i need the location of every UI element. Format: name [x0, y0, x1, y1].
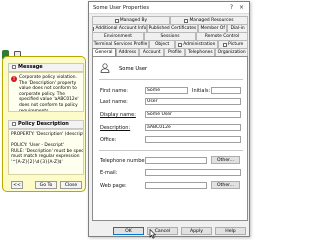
tab-environment[interactable]: Environment: [92, 32, 144, 40]
web-page-label: Web page:: [100, 183, 127, 189]
tab-label: Sessions: [160, 34, 180, 39]
tab-label: Environment: [103, 34, 133, 39]
tab-label: Dial-in: [230, 26, 245, 31]
tab-label: Managed By: [119, 18, 148, 23]
tab-label: Administration: [183, 42, 216, 47]
office-field[interactable]: [145, 136, 241, 143]
divider: [99, 79, 243, 80]
go-to-button[interactable]: Go To: [35, 181, 57, 189]
tab-label: Account: [142, 50, 161, 55]
tab-telephones[interactable]: Telephones: [185, 48, 216, 56]
user-display-name: Some User: [119, 66, 148, 72]
tab-label: Picture: [228, 42, 244, 47]
display-name-field[interactable]: Some User: [145, 111, 241, 118]
tab-member-of[interactable]: Member Of: [198, 24, 228, 32]
tab-label: Published Certificates: [148, 26, 197, 31]
apply-button[interactable]: Apply: [181, 227, 212, 235]
last-name-field[interactable]: User: [145, 98, 241, 105]
picture-icon: [223, 42, 228, 47]
divider: [99, 150, 243, 151]
tab-sessions[interactable]: Sessions: [144, 32, 196, 40]
email-label: E-mail:: [100, 170, 118, 176]
tab-label: Remote Control: [204, 34, 240, 39]
tab-row-2: Additional Account Info Published Certif…: [92, 24, 248, 32]
tab-organization[interactable]: Organization: [215, 48, 248, 56]
description-field[interactable]: aABC012e: [145, 124, 241, 131]
initials-label: Initials:: [192, 88, 211, 94]
message-section-header: Message: [8, 63, 84, 72]
tab-label: Object: [154, 42, 170, 47]
tab-row-5: General Address Account Profile Telephon…: [92, 48, 248, 56]
tab-terminal-services-profile[interactable]: Terminal Services Profile: [92, 40, 150, 48]
tab-object[interactable]: Object: [149, 40, 176, 48]
display-name-label: Display name:: [100, 112, 136, 118]
description-label: Description:: [100, 125, 131, 131]
help-icon[interactable]: ?: [230, 4, 233, 11]
tab-remote-control[interactable]: Remote Control: [196, 32, 248, 40]
tab-account[interactable]: Account: [139, 48, 165, 56]
managed-by-icon: [114, 18, 119, 23]
message-section-body: ! Corporate policy violation. The 'Descr…: [8, 72, 84, 112]
tab-row-4: Terminal Services Profile Object Adminis…: [92, 40, 248, 48]
dialog-title-bar: Some User Properties ? ×: [89, 2, 249, 14]
ok-button[interactable]: OK: [113, 227, 144, 235]
tab-label: Organization: [217, 50, 246, 55]
properties-dialog: Some User Properties ? × Managed By Mana…: [88, 1, 250, 237]
validation-panel: Message ! Corporate policy violation. Th…: [2, 56, 86, 192]
expand-icon[interactable]: [12, 64, 16, 69]
tab-profile[interactable]: Profile: [164, 48, 186, 56]
dialog-title: Some User Properties: [93, 5, 150, 11]
office-label: Office:: [100, 137, 117, 143]
web-page-other-button[interactable]: Other...: [211, 181, 240, 189]
tab-label: Telephones: [188, 50, 213, 55]
tab-label: Additional Account Info: [95, 26, 147, 31]
policy-section-body: PROPERTY: 'Description' (description) PO…: [8, 129, 84, 175]
administration-icon: [178, 42, 183, 47]
telephone-field[interactable]: [145, 157, 207, 164]
web-page-field[interactable]: [145, 182, 207, 189]
tab-row-1: Managed By Managed Resources: [92, 16, 248, 24]
tab-label: Managed Resources: [189, 18, 234, 23]
tab-general[interactable]: General: [92, 48, 116, 56]
general-tab-panel: Some User First name: Some Initials: Las…: [92, 56, 248, 221]
email-field[interactable]: [145, 169, 241, 176]
first-name-field[interactable]: Some: [145, 87, 188, 94]
tab-label: Profile: [167, 50, 182, 55]
managed-resources-icon: [184, 18, 189, 23]
mouse-pointer-icon: [149, 229, 157, 239]
telephone-label: Telephone number:: [100, 158, 149, 164]
error-icon: !: [11, 75, 17, 82]
account-info-icon: [92, 26, 95, 31]
policy-section-header: Policy Description: [8, 120, 84, 129]
tab-label: Terminal Services Profile: [93, 42, 148, 47]
previous-button[interactable]: <<: [11, 181, 23, 189]
panel-close-button[interactable]: Close: [60, 181, 82, 189]
telephone-other-button[interactable]: Other...: [211, 156, 240, 164]
tab-managed-by[interactable]: Managed By: [92, 16, 170, 24]
user-icon: [100, 63, 110, 73]
tab-dial-in[interactable]: Dial-in: [227, 24, 248, 32]
tab-label: Address: [118, 50, 137, 55]
tab-published-certificates[interactable]: Published Certificates: [146, 24, 199, 32]
message-text: Corporate policy violation. The 'Descrip…: [19, 75, 79, 112]
help-button[interactable]: Help: [215, 227, 246, 235]
expand-icon[interactable]: [12, 121, 16, 126]
tab-additional-account-info[interactable]: Additional Account Info: [92, 24, 147, 32]
tab-administration[interactable]: Administration: [175, 40, 219, 48]
last-name-label: Last name:: [100, 99, 128, 105]
tab-picture[interactable]: Picture: [218, 40, 248, 48]
first-name-label: First name:: [100, 88, 128, 94]
policy-section-title: Policy Description: [18, 121, 69, 127]
message-section-title: Message: [18, 64, 43, 70]
tab-label: General: [95, 50, 113, 55]
tab-label: Member Of: [200, 26, 225, 31]
policy-line: PROPERTY: 'Description' (description): [11, 132, 84, 137]
close-icon[interactable]: ×: [239, 4, 244, 11]
tab-managed-resources[interactable]: Managed Resources: [170, 16, 248, 24]
initials-field[interactable]: [211, 87, 241, 94]
tab-address[interactable]: Address: [115, 48, 140, 56]
policy-line: '^[A-Z]{2}\d{3}[A-Z]$': [11, 159, 63, 165]
tab-row-3: Environment Sessions Remote Control: [92, 32, 248, 40]
